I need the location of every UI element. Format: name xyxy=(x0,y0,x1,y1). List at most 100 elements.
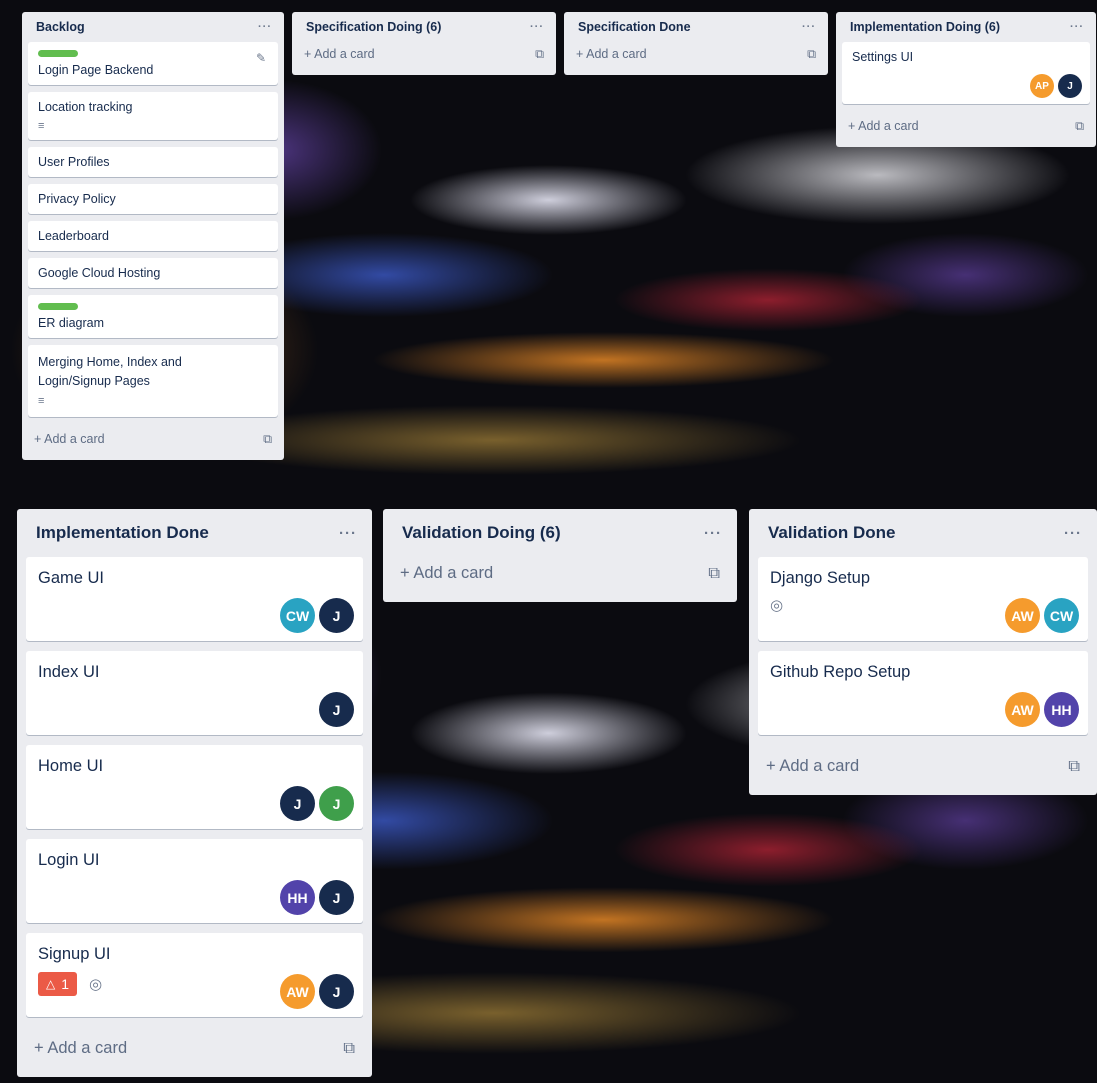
avatar[interactable]: J xyxy=(319,786,354,821)
list-title[interactable]: Implementation Done xyxy=(36,523,209,543)
add-card-label: Add a card xyxy=(779,756,860,775)
top-board: Backlog ··· Login Page Backend ✎ Locatio… xyxy=(0,0,1097,500)
card-members: AW HH xyxy=(1005,692,1079,727)
card-members: J J xyxy=(280,786,354,821)
avatar[interactable]: J xyxy=(1058,74,1082,98)
plus-icon: + xyxy=(576,47,584,61)
add-card-button[interactable]: + Add a card xyxy=(848,119,919,133)
notification-badge[interactable]: △ 1 xyxy=(38,972,78,996)
card-settings-ui[interactable]: Settings UI AP J xyxy=(842,42,1090,104)
add-card-button[interactable]: + Add a card xyxy=(34,1039,127,1058)
card-template-icon[interactable]: ⧉ xyxy=(807,47,816,62)
avatar[interactable]: CW xyxy=(1044,598,1079,633)
avatar[interactable]: AW xyxy=(1005,692,1040,727)
add-card-row: + Add a card ⧉ xyxy=(758,745,1088,787)
card-template-icon[interactable]: ⧉ xyxy=(1068,757,1080,776)
card-title: Login UI xyxy=(38,851,100,869)
add-card-row: + Add a card ⧉ xyxy=(28,424,278,454)
card-title: User Profiles xyxy=(38,155,110,169)
description-icon: ≡ xyxy=(38,394,45,407)
card-privacy-policy[interactable]: Privacy Policy xyxy=(28,184,278,214)
add-card-button[interactable]: + Add a card xyxy=(304,47,375,61)
card-template-icon[interactable]: ⧉ xyxy=(1075,119,1084,134)
card-location-tracking[interactable]: Location tracking ≡ xyxy=(28,92,278,140)
card-signup-ui[interactable]: Signup UI △ 1 ◎ AW J xyxy=(26,933,363,1017)
list-menu-icon[interactable]: ··· xyxy=(339,525,357,542)
card-title: Google Cloud Hosting xyxy=(38,266,161,280)
notification-count: 1 xyxy=(61,976,70,992)
card-title: Leaderboard xyxy=(38,229,109,243)
card-template-icon[interactable]: ⧉ xyxy=(708,564,720,583)
avatar[interactable]: HH xyxy=(280,880,315,915)
list-title[interactable]: Validation Done xyxy=(768,523,896,543)
card-login-ui[interactable]: Login UI HH J xyxy=(26,839,363,923)
add-card-row: + Add a card ⧉ xyxy=(842,111,1090,141)
card-merging-pages[interactable]: Merging Home, Index and Login/Signup Pag… xyxy=(28,345,278,417)
plus-icon: + xyxy=(766,756,776,775)
list-validation-done: Validation Done ··· Django Setup ◎ AW CW… xyxy=(749,509,1097,795)
list-menu-icon[interactable]: ··· xyxy=(530,21,544,33)
card-github-repo-setup[interactable]: Github Repo Setup AW HH xyxy=(758,651,1088,735)
list-menu-icon[interactable]: ··· xyxy=(802,21,816,33)
card-login-page-backend[interactable]: Login Page Backend ✎ xyxy=(28,42,278,85)
card-title: Location tracking xyxy=(38,100,133,114)
card-django-setup[interactable]: Django Setup ◎ AW CW xyxy=(758,557,1088,641)
watch-icon: ◎ xyxy=(89,976,103,993)
card-title: Settings UI xyxy=(852,50,914,64)
green-label[interactable] xyxy=(38,50,78,57)
avatar[interactable]: AW xyxy=(1005,598,1040,633)
avatar[interactable]: CW xyxy=(280,598,315,633)
card-title: Game UI xyxy=(38,569,105,587)
list-header: Validation Doing (6) ··· xyxy=(392,509,728,557)
card-er-diagram[interactable]: ER diagram xyxy=(28,295,278,338)
plus-icon: + xyxy=(304,47,312,61)
avatar[interactable]: J xyxy=(319,880,354,915)
plus-icon: + xyxy=(848,119,856,133)
add-card-label: Add a card xyxy=(858,119,919,133)
card-index-ui[interactable]: Index UI J xyxy=(26,651,363,735)
list-validation-doing: Validation Doing (6) ··· + Add a card ⧉ xyxy=(383,509,737,602)
list-title[interactable]: Specification Doing (6) xyxy=(306,20,441,34)
card-members: AW CW xyxy=(1005,598,1079,633)
avatar[interactable]: J xyxy=(319,692,354,727)
card-leaderboard[interactable]: Leaderboard xyxy=(28,221,278,251)
card-template-icon[interactable]: ⧉ xyxy=(535,47,544,62)
card-google-cloud-hosting[interactable]: Google Cloud Hosting xyxy=(28,258,278,288)
list-header: Implementation Done ··· xyxy=(26,509,363,557)
card-template-icon[interactable]: ⧉ xyxy=(263,432,272,447)
list-menu-icon[interactable]: ··· xyxy=(258,21,272,33)
card-title: Django Setup xyxy=(770,569,870,587)
list-specification-done: Specification Done ··· + Add a card ⧉ xyxy=(564,12,828,75)
green-label[interactable] xyxy=(38,303,78,310)
edit-icon[interactable]: ✎ xyxy=(256,51,266,65)
card-game-ui[interactable]: Game UI CW J xyxy=(26,557,363,641)
list-title[interactable]: Implementation Doing (6) xyxy=(850,20,1000,34)
avatar[interactable]: J xyxy=(319,974,354,1009)
add-card-button[interactable]: + Add a card xyxy=(766,757,859,776)
plus-icon: + xyxy=(400,563,410,582)
add-card-button[interactable]: + Add a card xyxy=(400,564,493,583)
avatar[interactable]: J xyxy=(319,598,354,633)
list-title[interactable]: Validation Doing (6) xyxy=(402,523,561,543)
avatar[interactable]: AP xyxy=(1030,74,1054,98)
avatar[interactable]: J xyxy=(280,786,315,821)
list-header: Specification Done ··· xyxy=(570,12,822,42)
avatar[interactable]: HH xyxy=(1044,692,1079,727)
list-title[interactable]: Backlog xyxy=(36,20,85,34)
card-title: Merging Home, Index and Login/Signup Pag… xyxy=(38,355,182,388)
list-title[interactable]: Specification Done xyxy=(578,20,691,34)
avatar[interactable]: AW xyxy=(280,974,315,1009)
list-menu-icon[interactable]: ··· xyxy=(1064,525,1082,542)
bottom-board: Implementation Done ··· Game UI CW J Ind… xyxy=(0,500,1097,1083)
list-menu-icon[interactable]: ··· xyxy=(704,525,722,542)
list-menu-icon[interactable]: ··· xyxy=(1070,21,1084,33)
add-card-button[interactable]: + Add a card xyxy=(34,432,105,446)
add-card-label: Add a card xyxy=(44,432,105,446)
card-user-profiles[interactable]: User Profiles xyxy=(28,147,278,177)
card-template-icon[interactable]: ⧉ xyxy=(343,1039,355,1058)
description-icon: ≡ xyxy=(38,120,45,132)
card-home-ui[interactable]: Home UI J J xyxy=(26,745,363,829)
add-card-label: Add a card xyxy=(47,1038,128,1057)
add-card-row: + Add a card ⧉ xyxy=(298,42,550,69)
add-card-button[interactable]: + Add a card xyxy=(576,47,647,61)
